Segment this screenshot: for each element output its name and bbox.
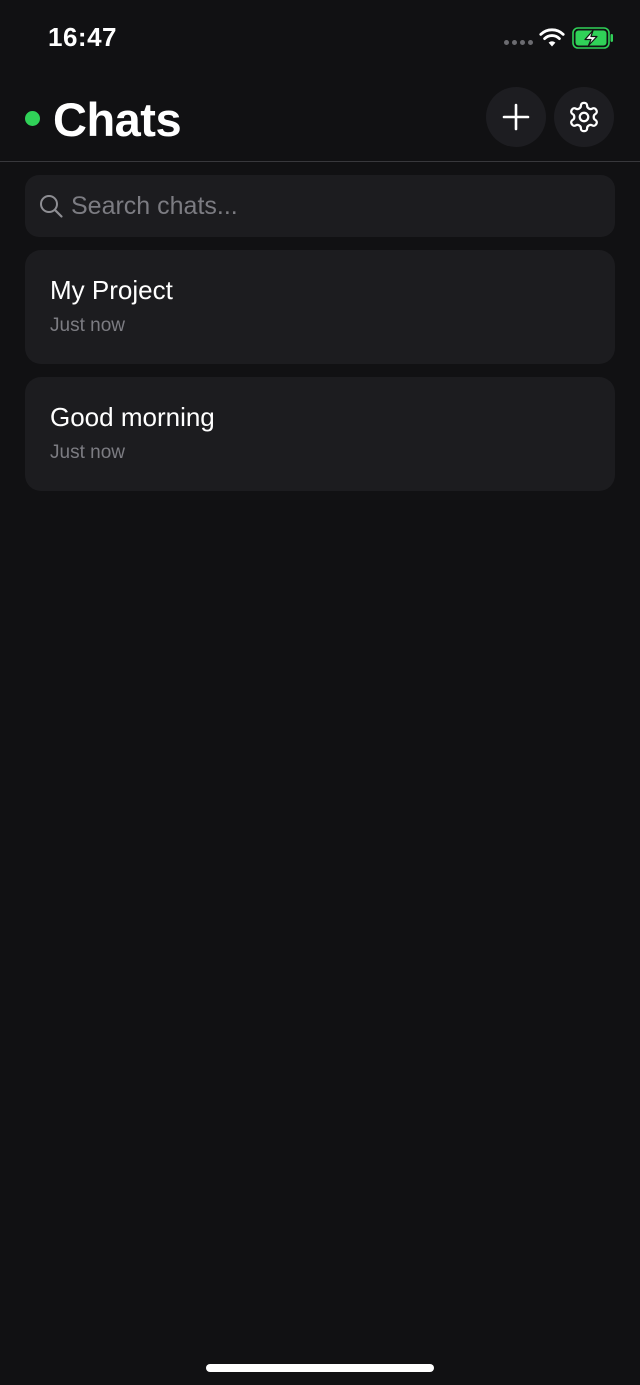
battery-charging-icon [572, 27, 613, 49]
home-indicator[interactable] [206, 1364, 434, 1372]
gear-icon [570, 101, 598, 133]
status-bar: 16:47 [0, 0, 640, 76]
search-input[interactable] [71, 175, 601, 237]
wifi-icon [539, 28, 565, 47]
chat-title: My Project [50, 275, 173, 305]
online-status-dot [25, 111, 40, 126]
header: Chats [0, 76, 640, 161]
search-bar[interactable] [25, 175, 615, 237]
settings-button[interactable] [554, 87, 614, 147]
search-icon [40, 195, 63, 218]
page-title: Chats [53, 93, 182, 146]
chat-timestamp: Just now [50, 315, 125, 336]
status-time: 16:47 [48, 22, 117, 52]
chat-timestamp: Just now [50, 442, 125, 463]
chat-list-item[interactable]: My Project Just now [25, 250, 615, 364]
new-chat-button[interactable] [486, 87, 546, 147]
cellular-signal-icon [504, 40, 533, 45]
header-divider [0, 161, 640, 162]
chat-list-item[interactable]: Good morning Just now [25, 377, 615, 491]
chats-screen: 16:47 Chats Search chats... My Project J… [0, 0, 640, 1385]
plus-icon [502, 103, 530, 131]
chat-title: Good morning [50, 402, 215, 432]
